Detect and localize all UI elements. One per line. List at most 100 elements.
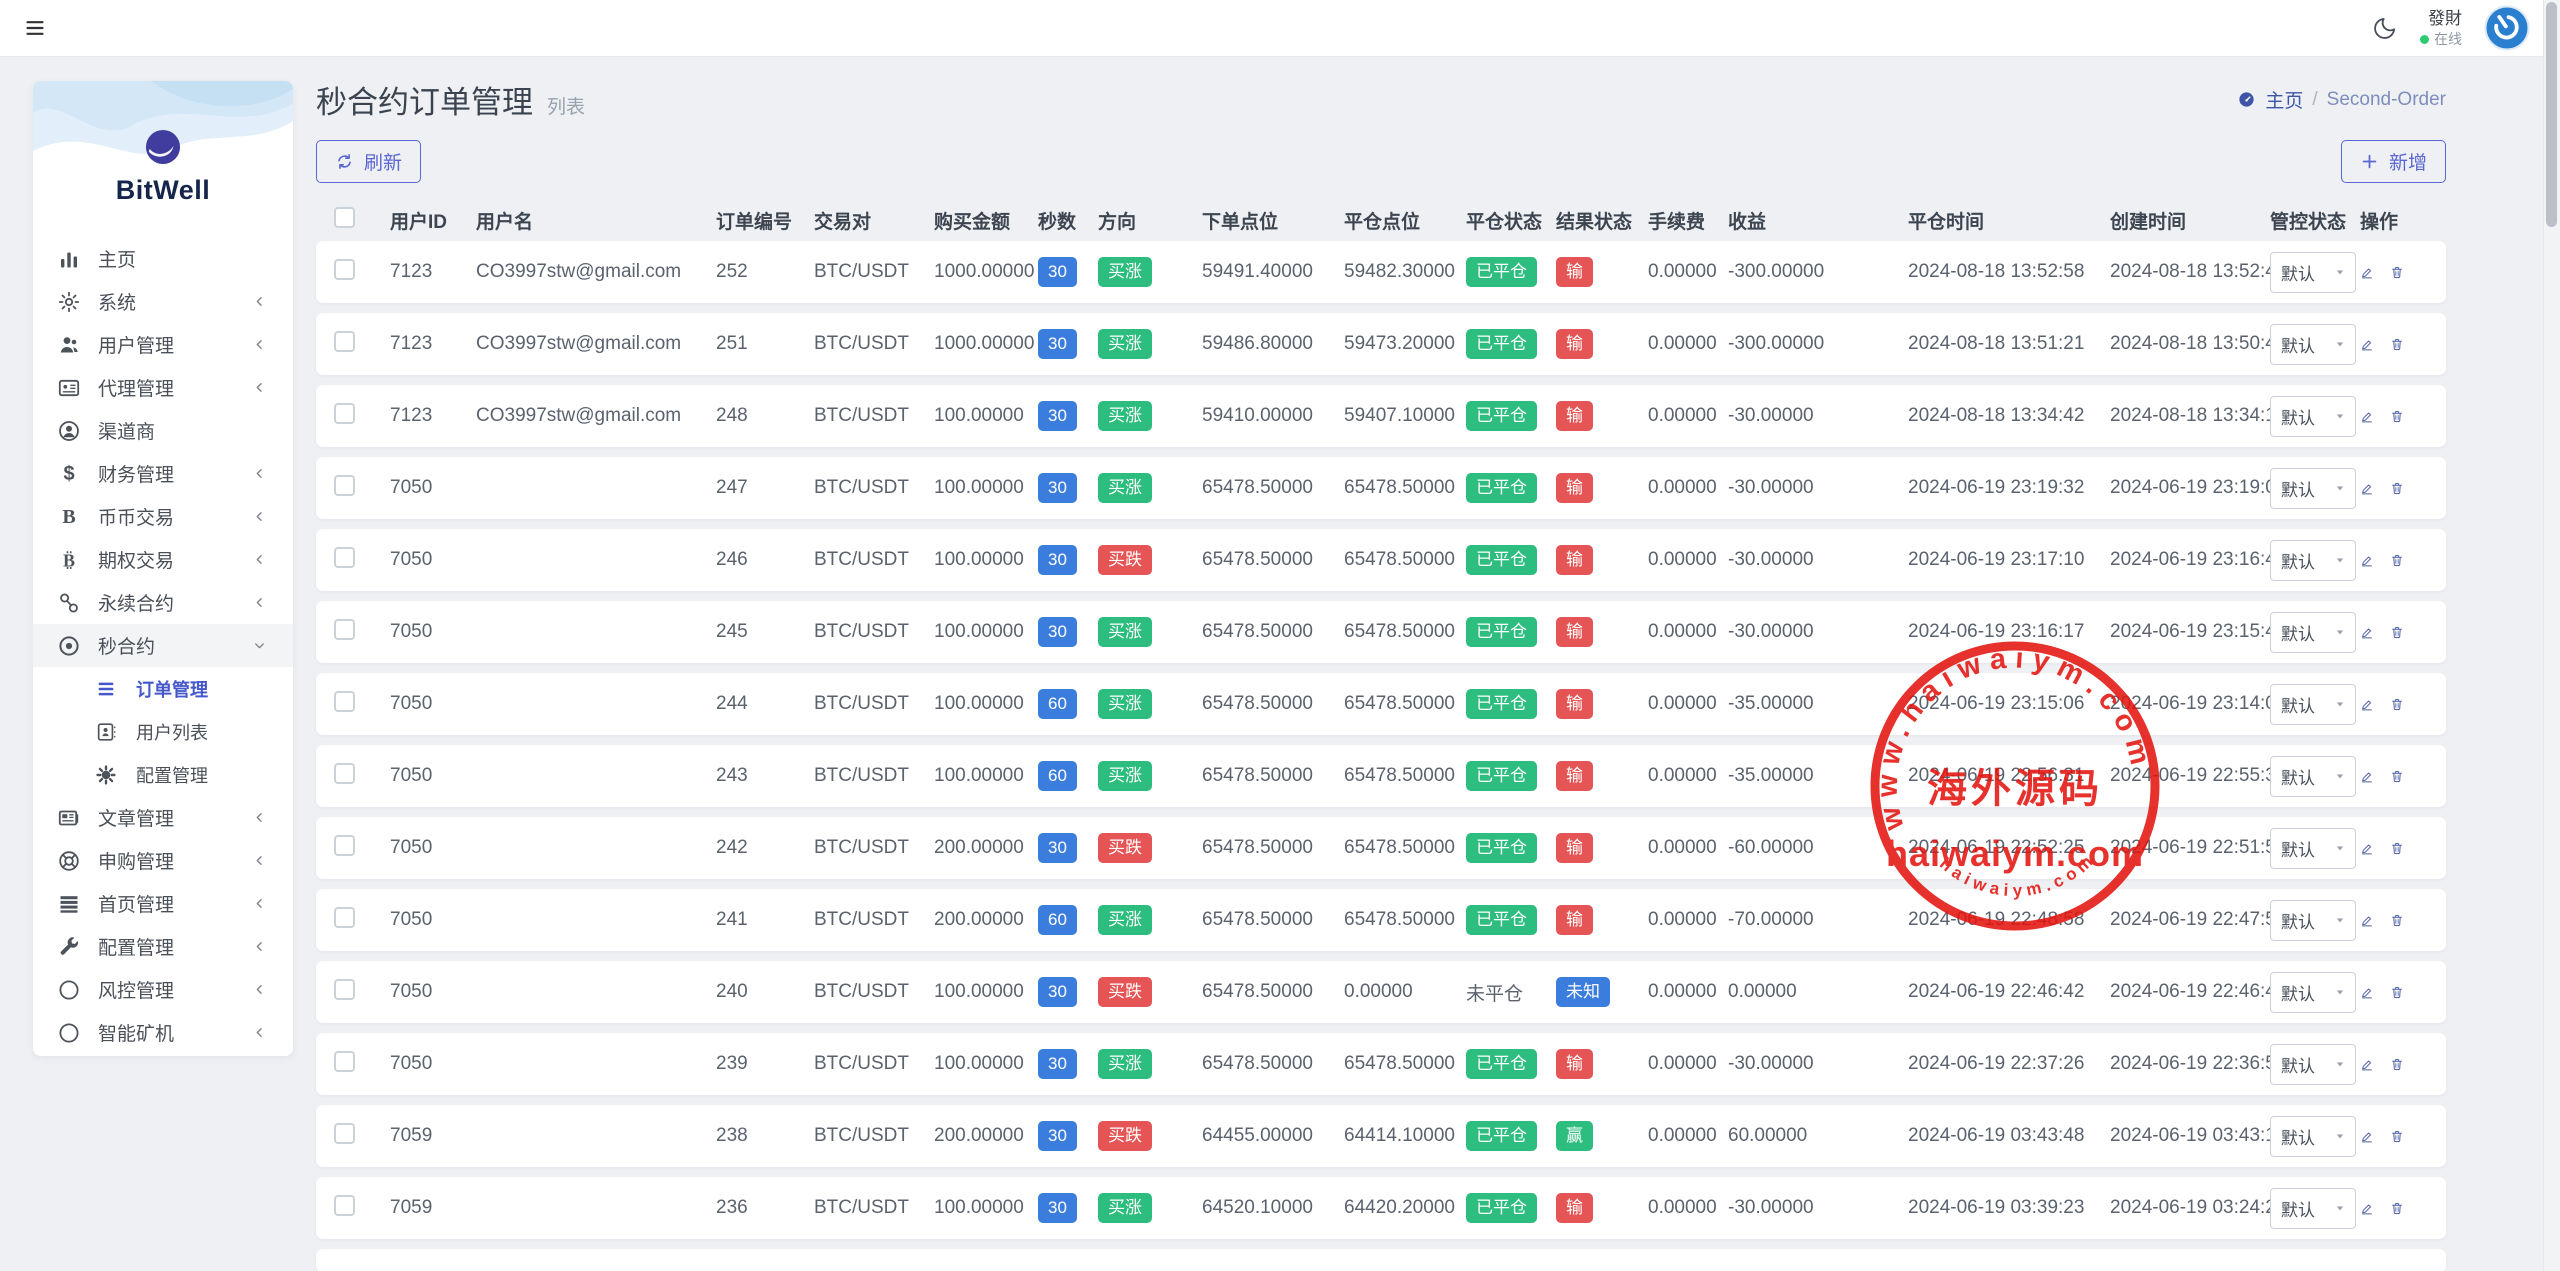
edit-button[interactable] (2360, 1197, 2374, 1220)
sidebar-item-币币交易[interactable]: B 币币交易 (33, 495, 293, 538)
row-checkbox[interactable] (334, 979, 355, 1000)
delete-button[interactable] (2390, 333, 2404, 356)
delete-button[interactable] (2390, 621, 2404, 644)
delete-button[interactable] (2390, 477, 2404, 500)
sidebar-item-用户管理[interactable]: 用户管理 (33, 323, 293, 366)
row-checkbox[interactable] (334, 691, 355, 712)
control-status-select[interactable]: 默认 (2270, 972, 2356, 1013)
scrollbar-track[interactable] (2543, 0, 2560, 1271)
control-status-select[interactable]: 默认 (2270, 324, 2356, 365)
add-button[interactable]: 新增 (2341, 140, 2446, 183)
row-checkbox[interactable] (334, 763, 355, 784)
sidebar-item-代理管理[interactable]: 代理管理 (33, 366, 293, 409)
edit-button[interactable] (2360, 909, 2374, 932)
dark-mode-toggle[interactable] (2372, 15, 2398, 41)
row-checkbox[interactable] (334, 1195, 355, 1216)
cell-control-status: 默认 (2270, 756, 2360, 797)
sidebar-item-渠道商[interactable]: 渠道商 (33, 409, 293, 452)
edit-button[interactable] (2360, 981, 2374, 1004)
cell-pair: BTC/USDT (814, 765, 934, 787)
sidebar-item-配置管理[interactable]: 配置管理 (33, 925, 293, 968)
sidebar-item-风控管理[interactable]: 风控管理 (33, 968, 293, 1011)
cell-control-status: 默认 (2270, 540, 2360, 581)
cell-result-status: 输 (1556, 761, 1648, 791)
control-status-select[interactable]: 默认 (2270, 756, 2356, 797)
avatar[interactable] (2484, 5, 2530, 51)
row-checkbox[interactable] (334, 619, 355, 640)
delete-button[interactable] (2390, 1125, 2404, 1148)
sidebar-item-文章管理[interactable]: 文章管理 (33, 796, 293, 839)
control-status-select[interactable]: 默认 (2270, 540, 2356, 581)
cell-close-price: 65478.50000 (1344, 1053, 1466, 1075)
delete-button[interactable] (2390, 261, 2404, 284)
sidebar-item-配置管理[interactable]: 配置管理 (33, 753, 293, 796)
edit-button[interactable] (2360, 621, 2374, 644)
control-status-select[interactable]: 默认 (2270, 900, 2356, 941)
edit-button[interactable] (2360, 693, 2374, 716)
hamburger-menu-icon[interactable] (22, 18, 48, 38)
control-status-select[interactable]: 默认 (2270, 468, 2356, 509)
control-status-select[interactable]: 默认 (2270, 612, 2356, 653)
edit-button[interactable] (2360, 333, 2374, 356)
sidebar-item-用户列表[interactable]: 用户列表 (33, 710, 293, 753)
edit-button[interactable] (2360, 1053, 2374, 1076)
sidebar-item-主页[interactable]: 主页 (33, 237, 293, 280)
control-status-select[interactable]: 默认 (2270, 828, 2356, 869)
row-checkbox[interactable] (334, 331, 355, 352)
sidebar-item-首页管理[interactable]: 首页管理 (33, 882, 293, 925)
sidebar-item-财务管理[interactable]: $ 财务管理 (33, 452, 293, 495)
cell-control-status: 默认 (2270, 252, 2360, 293)
delete-button[interactable] (2390, 405, 2404, 428)
delete-button[interactable] (2390, 549, 2404, 572)
seconds-badge: 60 (1038, 761, 1077, 791)
edit-button[interactable] (2360, 405, 2374, 428)
control-status-select[interactable]: 默认 (2270, 1116, 2356, 1157)
delete-button[interactable] (2390, 981, 2404, 1004)
control-status-select[interactable]: 默认 (2270, 252, 2356, 293)
cell-close-price: 65478.50000 (1344, 621, 1466, 643)
delete-button[interactable] (2390, 837, 2404, 860)
control-status-select[interactable]: 默认 (2270, 396, 2356, 437)
sidebar-item-智能矿机[interactable]: 智能矿机 (33, 1011, 293, 1054)
cell-pair: BTC/USDT (814, 261, 934, 283)
edit-button[interactable] (2360, 477, 2374, 500)
delete-button[interactable] (2390, 1053, 2404, 1076)
select-all-checkbox[interactable] (334, 207, 355, 228)
sidebar-item-系统[interactable]: 系统 (33, 280, 293, 323)
svg-text:$: $ (63, 463, 74, 485)
refresh-button[interactable]: 刷新 (316, 140, 421, 183)
row-checkbox[interactable] (334, 475, 355, 496)
cell-direction: 买涨 (1098, 257, 1202, 287)
sidebar-item-申购管理[interactable]: 申购管理 (33, 839, 293, 882)
row-checkbox[interactable] (334, 259, 355, 280)
edit-button[interactable] (2360, 837, 2374, 860)
delete-button[interactable] (2390, 693, 2404, 716)
edit-button[interactable] (2360, 549, 2374, 572)
sidebar-item-秒合约[interactable]: 秒合约 (33, 624, 293, 667)
delete-button[interactable] (2390, 1197, 2404, 1220)
delete-button[interactable] (2390, 909, 2404, 932)
row-checkbox[interactable] (334, 1123, 355, 1144)
control-status-value: 默认 (2281, 1196, 2315, 1221)
delete-button[interactable] (2390, 765, 2404, 788)
control-status-select[interactable]: 默认 (2270, 1188, 2356, 1229)
edit-button[interactable] (2360, 765, 2374, 788)
row-checkbox[interactable] (334, 547, 355, 568)
result-badge: 输 (1556, 1193, 1593, 1223)
direction-badge: 买跌 (1098, 977, 1152, 1007)
cell-close-price: 64414.10000 (1344, 1125, 1466, 1147)
row-checkbox[interactable] (334, 835, 355, 856)
breadcrumb-home-link[interactable]: 主页 (2265, 86, 2303, 113)
row-checkbox[interactable] (334, 403, 355, 424)
edit-button[interactable] (2360, 1125, 2374, 1148)
sidebar-item-期权交易[interactable]: B 期权交易 (33, 538, 293, 581)
sidebar-item-永续合约[interactable]: 永续合约 (33, 581, 293, 624)
row-checkbox[interactable] (334, 907, 355, 928)
edit-button[interactable] (2360, 261, 2374, 284)
control-status-select[interactable]: 默认 (2270, 1044, 2356, 1085)
sidebar-item-订单管理[interactable]: 订单管理 (33, 667, 293, 710)
scrollbar-thumb[interactable] (2546, 2, 2557, 227)
control-status-value: 默认 (2281, 476, 2315, 501)
row-checkbox[interactable] (334, 1051, 355, 1072)
control-status-select[interactable]: 默认 (2270, 684, 2356, 725)
